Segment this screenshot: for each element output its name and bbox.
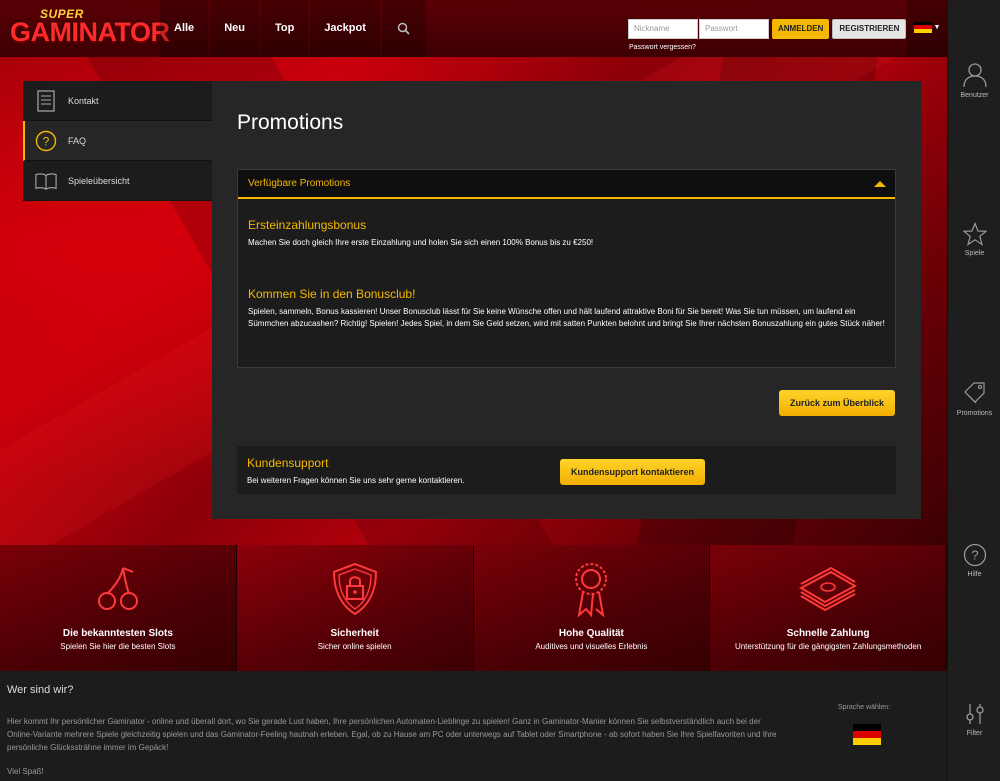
nav-item-neu[interactable]: Neu xyxy=(210,0,259,57)
menu-label-faq: FAQ xyxy=(68,135,87,146)
sidebar-item-user[interactable]: Benutzer xyxy=(948,62,1000,99)
main-nav: Alle Neu Top Jackpot xyxy=(160,0,426,57)
right-sidebar: Benutzer Spiele Promotions ? Hilfe Filte… xyxy=(947,0,1000,781)
feature-subtitle: Auditives und visuelles Erlebnis xyxy=(535,642,648,651)
sidebar-label-user: Benutzer xyxy=(960,92,989,99)
nav-item-top[interactable]: Top xyxy=(260,0,309,57)
menu-item-kontakt[interactable]: Kontakt xyxy=(23,81,212,121)
promotions-accordion: Verfügbare Promotions Ersteinzahlungsbon… xyxy=(237,169,896,368)
question-circle-icon: ? xyxy=(35,130,57,152)
caret-down-icon: ▼ xyxy=(933,24,941,31)
feature-quality: Hohe Qualität Auditives und visuelles Er… xyxy=(473,545,711,671)
open-book-icon xyxy=(35,170,57,192)
nav-item-jackpot[interactable]: Jackpot xyxy=(310,0,380,57)
login-button[interactable]: ANMELDEN xyxy=(772,18,830,39)
search-button[interactable] xyxy=(381,0,426,57)
logo[interactable]: SUPER GAMINATOR xyxy=(10,7,170,51)
sidebar-label-promotions: Promotions xyxy=(956,410,993,417)
promo-item: Ersteinzahlungsbonus Machen Sie doch gle… xyxy=(238,218,603,249)
cherries-icon xyxy=(97,567,138,610)
search-icon xyxy=(398,22,410,35)
forgot-password-link[interactable]: Passwort vergessen? xyxy=(629,44,696,51)
german-flag-icon xyxy=(913,21,932,34)
sidebar-label-help: Hilfe xyxy=(967,571,982,578)
money-stack-icon xyxy=(799,566,858,612)
filter-sliders-icon xyxy=(965,704,984,724)
accordion-title: Verfügbare Promotions xyxy=(248,178,351,189)
menu-item-spieluebersicht[interactable]: Spieleübersicht xyxy=(23,161,212,201)
nav-item-alle[interactable]: Alle xyxy=(160,0,209,57)
feature-subtitle: Unterstützung für die gängigsten Zahlung… xyxy=(734,642,922,651)
promo-text: Machen Sie doch gleich Ihre erste Einzah… xyxy=(248,238,594,247)
feature-title: Sicherheit xyxy=(330,628,379,639)
left-menu: Kontakt ? FAQ Spieleübersicht xyxy=(23,81,212,201)
tags-icon xyxy=(963,382,985,404)
language-label: Sprache wählen: xyxy=(838,704,891,711)
footer: Wer sind wir? Hier kommt Ihr persönliche… xyxy=(0,671,947,781)
star-icon xyxy=(962,222,987,246)
footer-closing: Viel Spaß! xyxy=(7,767,44,776)
feature-title: Die bekanntesten Slots xyxy=(62,628,173,639)
promo-title: Ersteinzahlungsbonus xyxy=(248,218,367,232)
menu-label-kontakt: Kontakt xyxy=(68,95,99,106)
support-title: Kundensupport xyxy=(247,456,329,470)
feature-payment: Schnelle Zahlung Unterstützung für die g… xyxy=(710,545,947,671)
promo-title: Kommen Sie in den Bonusclub! xyxy=(248,287,416,301)
support-text: Bei weiteren Fragen können Sie uns sehr … xyxy=(247,476,465,485)
svg-text:?: ? xyxy=(971,548,978,563)
login-form: ANMELDENREGISTRIEREN xyxy=(628,18,907,39)
promo-text: Spielen, sammeln, Bonus kassieren! Unser… xyxy=(248,307,885,328)
sidebar-label-filter: Filter xyxy=(966,730,983,737)
contact-support-button[interactable]: Kundensupport kontaktieren xyxy=(560,459,706,485)
contact-form-icon xyxy=(35,89,57,112)
main-panel: Promotions Verfügbare Promotions Erstein… xyxy=(212,81,921,519)
feature-subtitle: Sicher online spielen xyxy=(317,642,392,651)
sidebar-item-games[interactable]: Spiele xyxy=(948,222,1000,257)
nickname-input[interactable] xyxy=(628,18,698,39)
language-selector[interactable]: ▼ xyxy=(907,0,947,57)
header: SUPER GAMINATOR Alle Neu Top Jackpot ANM… xyxy=(0,0,947,57)
password-input[interactable] xyxy=(699,18,769,39)
features-strip: Die bekanntesten Slots Spielen Sie hier … xyxy=(0,545,947,671)
feature-title: Schnelle Zahlung xyxy=(786,628,870,639)
sidebar-item-filter[interactable]: Filter xyxy=(948,702,1000,737)
sidebar-item-promotions[interactable]: Promotions xyxy=(948,380,1000,417)
promo-item: Kommen Sie in den Bonusclub! Spielen, sa… xyxy=(238,287,897,330)
sidebar-item-help[interactable]: ? Hilfe xyxy=(948,543,1000,578)
menu-label-spieluebersicht: Spieleübersicht xyxy=(68,175,130,186)
logo-main: GAMINATOR xyxy=(10,17,170,47)
collapse-arrow-icon[interactable] xyxy=(874,181,886,187)
customer-support-box: Kundensupport Bei weiteren Fragen können… xyxy=(237,446,896,494)
user-icon xyxy=(962,63,987,88)
feature-security: Sicherheit Sicher online spielen xyxy=(236,545,474,671)
back-to-overview-button[interactable]: Zurück zum Überblick xyxy=(779,390,896,416)
feature-subtitle: Spielen Sie hier die besten Slots xyxy=(60,642,176,651)
accordion-header[interactable]: Verfügbare Promotions xyxy=(238,170,895,199)
menu-item-faq[interactable]: ? FAQ xyxy=(23,121,212,161)
help-icon: ? xyxy=(963,543,986,567)
footer-text: Hier kommt Ihr persönlicher Gaminator - … xyxy=(7,717,777,752)
footer-title: Wer sind wir? xyxy=(7,684,74,696)
page-title: Promotions xyxy=(237,111,344,134)
register-button[interactable]: REGISTRIEREN xyxy=(832,18,907,39)
feature-slots: Die bekanntesten Slots Spielen Sie hier … xyxy=(0,545,237,671)
award-rosette-icon xyxy=(575,563,608,617)
german-flag-icon[interactable] xyxy=(853,724,881,745)
sidebar-label-games: Spiele xyxy=(964,250,985,257)
svg-text:?: ? xyxy=(43,134,50,148)
shield-lock-icon xyxy=(332,562,377,616)
feature-title: Hohe Qualität xyxy=(558,628,624,639)
